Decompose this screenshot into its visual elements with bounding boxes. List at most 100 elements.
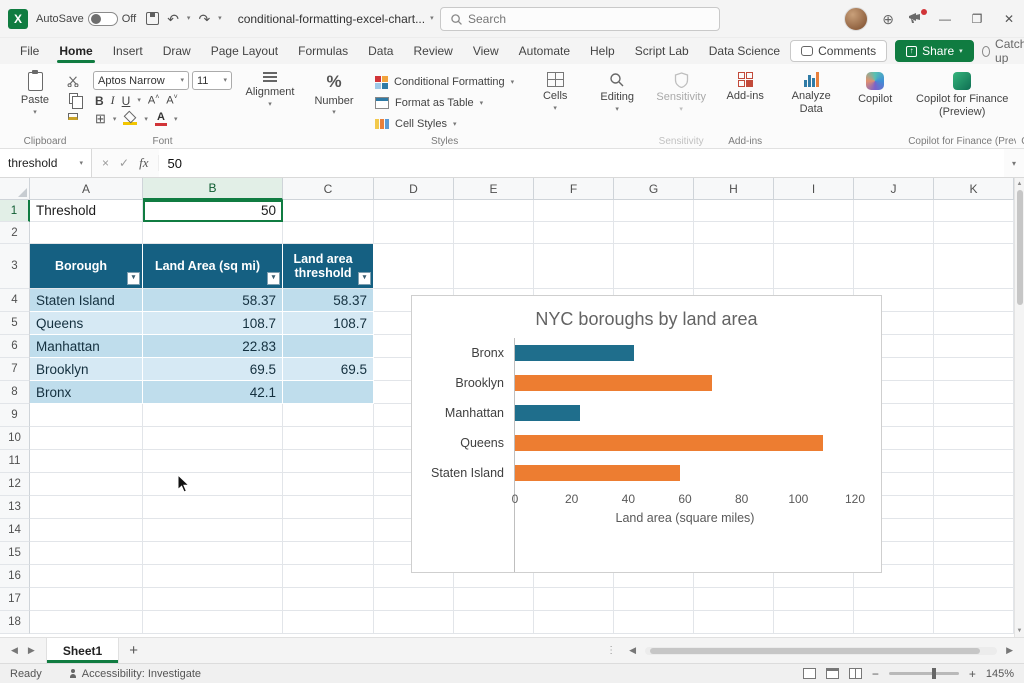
col-header-K[interactable]: K [934,178,1014,200]
cell-B1[interactable]: 50 [143,200,283,222]
cell-H17[interactable] [694,588,774,611]
chart[interactable]: NYC boroughs by land area BronxBrooklynM… [411,295,882,573]
cell-C13[interactable] [283,496,374,519]
cell-C6[interactable] [283,335,374,358]
cell-C1[interactable] [283,200,374,222]
row-header-12[interactable]: 12 [0,473,30,496]
close-button[interactable]: ✕ [1000,12,1018,26]
paste-button[interactable]: Paste ▾ [9,68,61,123]
editing-button[interactable]: Editing ▾ [591,68,643,113]
format-painter-button[interactable] [65,110,81,123]
zoom-in-button[interactable]: + [969,667,976,681]
autosave-toggle[interactable]: AutoSave Off [36,12,136,26]
add-sheet-button[interactable]: + [119,642,148,659]
cell-A18[interactable] [30,611,143,634]
font-name-combo[interactable]: Aptos Narrow▾ [93,71,189,90]
cell-B7[interactable]: 69.5 [143,358,283,381]
chart-bar[interactable] [515,405,580,421]
cell-A10[interactable] [30,427,143,450]
cell-K4[interactable] [934,289,1014,312]
cell-B18[interactable] [143,611,283,634]
filter-button[interactable]: ▾ [127,272,140,285]
cell-styles-button[interactable]: Cell Styles ▾ [372,114,517,134]
zoom-out-button[interactable]: − [872,667,879,681]
row-header-14[interactable]: 14 [0,519,30,542]
cell-A2[interactable] [30,222,143,244]
cancel-icon[interactable]: × [102,156,109,170]
cell-K1[interactable] [934,200,1014,222]
row-header-13[interactable]: 13 [0,496,30,519]
analyze-data-button[interactable]: Analyze Data [783,68,839,115]
cell-B14[interactable] [143,519,283,542]
tab-page-layout[interactable]: Page Layout [201,40,288,62]
cell-K17[interactable] [934,588,1014,611]
cell-A13[interactable] [30,496,143,519]
cell-B11[interactable] [143,450,283,473]
undo-caret-icon[interactable]: ▾ [187,15,191,22]
fill-caret-icon[interactable]: ▾ [144,116,148,123]
vertical-scrollbar[interactable]: ▲ ▼ [1014,178,1024,637]
splitter-handle[interactable]: ⋮ [602,645,620,656]
cell-E3[interactable] [454,244,534,289]
minimize-button[interactable]: — [936,12,954,26]
row-header-3[interactable]: 3 [0,244,30,289]
copilot-finance-button[interactable]: Copilot for Finance (Preview) [913,68,1011,118]
font-color-button[interactable]: A [155,112,167,126]
cell-K14[interactable] [934,519,1014,542]
cell-C11[interactable] [283,450,374,473]
feedback-megaphone-icon[interactable] [908,12,922,27]
name-box[interactable]: threshold ▾ [0,149,92,177]
vertical-scroll-thumb[interactable] [1017,190,1023,305]
cell-C5[interactable]: 108.7 [283,312,374,335]
tab-file[interactable]: File [10,40,49,62]
italic-button[interactable]: I [111,93,115,108]
cell-I18[interactable] [774,611,854,634]
col-header-G[interactable]: G [614,178,694,200]
formula-bar-expand-icon[interactable]: ▾ [1004,159,1024,168]
catch-up-button[interactable]: Catch up [982,37,1024,65]
cell-C15[interactable] [283,542,374,565]
cell-B4[interactable]: 58.37 [143,289,283,312]
cell-B8[interactable]: 42.1 [143,381,283,404]
fill-color-button[interactable] [123,113,137,125]
cell-K16[interactable] [934,565,1014,588]
cell-C18[interactable] [283,611,374,634]
row-header-8[interactable]: 8 [0,381,30,404]
comments-button[interactable]: Comments [790,40,887,62]
cell-B2[interactable] [143,222,283,244]
bold-button[interactable]: B [95,94,104,108]
cell-H2[interactable] [694,222,774,244]
cell-D2[interactable] [374,222,454,244]
restore-button[interactable]: ❐ [968,12,986,26]
cell-K9[interactable] [934,404,1014,427]
row-header-18[interactable]: 18 [0,611,30,634]
increase-font-button[interactable]: A˄ [148,94,159,107]
col-header-F[interactable]: F [534,178,614,200]
tab-formulas[interactable]: Formulas [288,40,358,62]
cell-F2[interactable] [534,222,614,244]
col-header-J[interactable]: J [854,178,934,200]
font-size-combo[interactable]: 11▾ [192,71,232,90]
row-header-17[interactable]: 17 [0,588,30,611]
copy-button[interactable] [65,92,81,105]
tab-view[interactable]: View [463,40,509,62]
cell-K18[interactable] [934,611,1014,634]
borders-caret-icon[interactable]: ▾ [113,116,117,123]
avatar[interactable] [844,7,868,31]
page-layout-view-button[interactable] [826,668,839,679]
search-input[interactable]: Search [440,7,720,31]
cell-J2[interactable] [854,222,934,244]
cell-C8[interactable] [283,381,374,404]
tab-data[interactable]: Data [358,40,403,62]
row-header-5[interactable]: 5 [0,312,30,335]
formula-input[interactable]: 50 [159,149,1004,177]
cell-G1[interactable] [614,200,694,222]
filter-button[interactable]: ▾ [358,272,371,285]
cell-C2[interactable] [283,222,374,244]
cell-A6[interactable]: Manhattan [30,335,143,358]
cell-E18[interactable] [454,611,534,634]
cell-K12[interactable] [934,473,1014,496]
cell-A9[interactable] [30,404,143,427]
chart-bar[interactable] [515,375,712,391]
cells-button[interactable]: Cells ▾ [529,68,581,112]
